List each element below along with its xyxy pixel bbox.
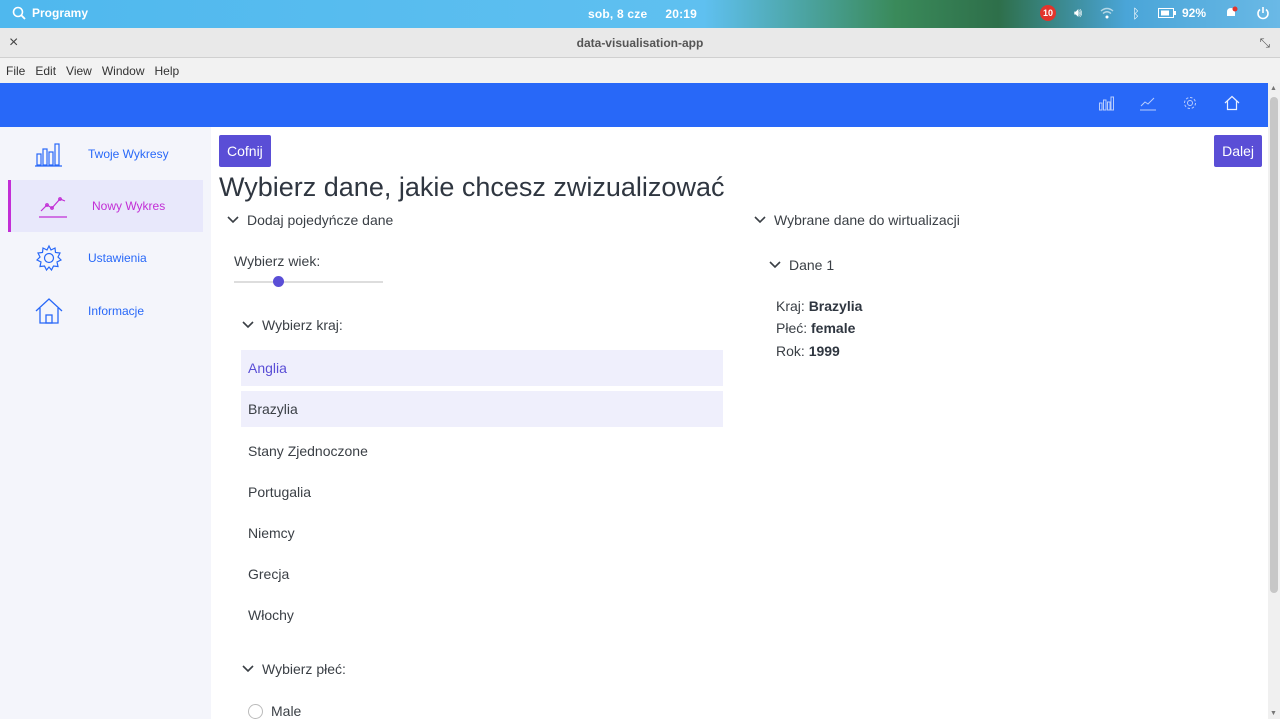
sidebar: Twoje Wykresy Nowy Wykres Ustawienia Inf… (0, 127, 211, 719)
wifi-icon[interactable] (1100, 7, 1114, 19)
window-title: data-visualisation-app (576, 36, 704, 50)
section-title: Wybrane dane do wirtualizacji (774, 212, 960, 228)
notification-bell-icon[interactable] (1224, 6, 1238, 20)
gender-value: female (811, 320, 856, 336)
country-option-niemcy[interactable]: Niemcy (241, 515, 723, 551)
next-button[interactable]: Dalej (1214, 135, 1262, 167)
section-title: Wybierz kraj: (262, 317, 343, 333)
date-text: sob, 8 cze (588, 7, 648, 21)
home-icon[interactable] (1224, 95, 1240, 111)
scrollbar-thumb[interactable] (1270, 97, 1278, 593)
chevron-down-icon (242, 321, 254, 329)
scroll-up-icon[interactable]: ▲ (1270, 85, 1277, 92)
main-content: Cofnij Dalej Wybierz dane, jakie chcesz … (211, 127, 1268, 719)
search-icon (12, 6, 26, 20)
age-slider-handle[interactable] (273, 276, 284, 287)
country-option-brazylia[interactable]: Brazylia (241, 391, 723, 427)
home-icon (35, 298, 63, 324)
bar-chart-icon (35, 143, 62, 167)
section-title: Wybierz płeć: (262, 661, 346, 677)
restore-window-icon[interactable]: ⤡ (1260, 35, 1270, 51)
add-single-data-toggle[interactable]: Dodaj pojedyńcze dane (227, 212, 393, 228)
sidebar-item-settings[interactable]: Ustawienia (8, 232, 203, 284)
sidebar-item-info[interactable]: Informacje (8, 285, 203, 337)
power-icon[interactable] (1256, 6, 1270, 20)
section-title: Dodaj pojedyńcze dane (247, 212, 394, 228)
sidebar-item-label: Nowy Wykres (92, 199, 166, 213)
menu-window[interactable]: Window (102, 64, 145, 78)
gender-label: Płeć: (776, 320, 808, 336)
chevron-down-icon (227, 216, 239, 224)
dataset-year: Rok: 1999 (776, 343, 840, 359)
country-option-grecja[interactable]: Grecja (241, 556, 723, 592)
desktop-panel: Programy sob, 8 cze 20:19 10 🔊︎ ᛒ 92% (0, 0, 1280, 28)
gear-icon (35, 244, 63, 272)
dataset-toggle[interactable]: Dane 1 (769, 257, 834, 273)
country-label: Kraj: (776, 298, 805, 314)
menu-view[interactable]: View (66, 64, 92, 78)
dataset-name: Dane 1 (789, 257, 835, 273)
programs-menu[interactable]: Programy (12, 6, 88, 20)
programs-label: Programy (32, 6, 89, 20)
scroll-down-icon[interactable]: ▼ (1270, 710, 1277, 717)
chevron-down-icon (769, 261, 781, 269)
clock[interactable]: sob, 8 cze 20:19 (588, 7, 697, 21)
country-value: Brazylia (808, 298, 863, 314)
sidebar-item-label: Ustawienia (88, 251, 147, 265)
page-title: Wybierz dane, jakie chcesz zwizualizować (219, 172, 725, 202)
battery-text: 92% (1181, 6, 1206, 20)
back-button[interactable]: Cofnij (219, 135, 271, 167)
sidebar-item-label: Twoje Wykresy (88, 147, 169, 161)
battery-icon (1157, 8, 1176, 18)
country-option-anglia[interactable]: Anglia (241, 350, 723, 386)
app-header (0, 83, 1268, 127)
chevron-down-icon (754, 216, 766, 224)
window-titlebar: × data-visualisation-app ⤡ (0, 28, 1280, 58)
line-chart-icon[interactable] (1140, 95, 1156, 111)
gender-radio-label[interactable]: Male (271, 703, 301, 719)
country-option-usa[interactable]: Stany Zjednoczone (241, 433, 723, 469)
dataset-country: Kraj: Brazylia (776, 298, 862, 314)
year-label: Rok: (776, 343, 805, 359)
country-section-toggle[interactable]: Wybierz kraj: (242, 317, 343, 333)
year-value: 1999 (808, 343, 840, 359)
country-option-portugalia[interactable]: Portugalia (241, 474, 723, 510)
chevron-down-icon (242, 665, 254, 673)
volume-icon[interactable]: 🔊︎ (1074, 5, 1082, 21)
gender-section-toggle[interactable]: Wybierz płeć: (242, 661, 346, 677)
bar-chart-icon[interactable] (1098, 95, 1114, 111)
menu-file[interactable]: File (6, 64, 25, 78)
bluetooth-icon[interactable]: ᛒ (1132, 6, 1140, 21)
age-slider[interactable] (234, 276, 383, 287)
time-text: 20:19 (665, 7, 698, 21)
notification-badge[interactable]: 10 (1039, 5, 1056, 21)
sidebar-item-new-chart[interactable]: Nowy Wykres (8, 180, 203, 232)
dataset-gender: Płeć: female (776, 320, 855, 336)
gender-radio-male[interactable] (248, 704, 263, 719)
menu-edit[interactable]: Edit (35, 64, 56, 78)
line-chart-icon (39, 197, 67, 218)
country-option-wlochy[interactable]: Włochy (241, 597, 723, 633)
sidebar-item-your-charts[interactable]: Twoje Wykresy (8, 128, 203, 180)
menu-help[interactable]: Help (155, 64, 180, 78)
selected-data-toggle[interactable]: Wybrane dane do wirtualizacji (754, 212, 960, 228)
gear-icon[interactable] (1182, 95, 1198, 111)
battery-indicator[interactable]: 92% (1157, 6, 1206, 20)
sidebar-item-label: Informacje (88, 304, 145, 318)
menubar: File Edit View Window Help (0, 58, 1280, 83)
system-tray: 10 🔊︎ ᛒ 92% (1039, 5, 1270, 21)
vertical-scrollbar[interactable]: ▲ ▼ (1268, 83, 1280, 719)
age-label: Wybierz wiek: (234, 253, 321, 269)
